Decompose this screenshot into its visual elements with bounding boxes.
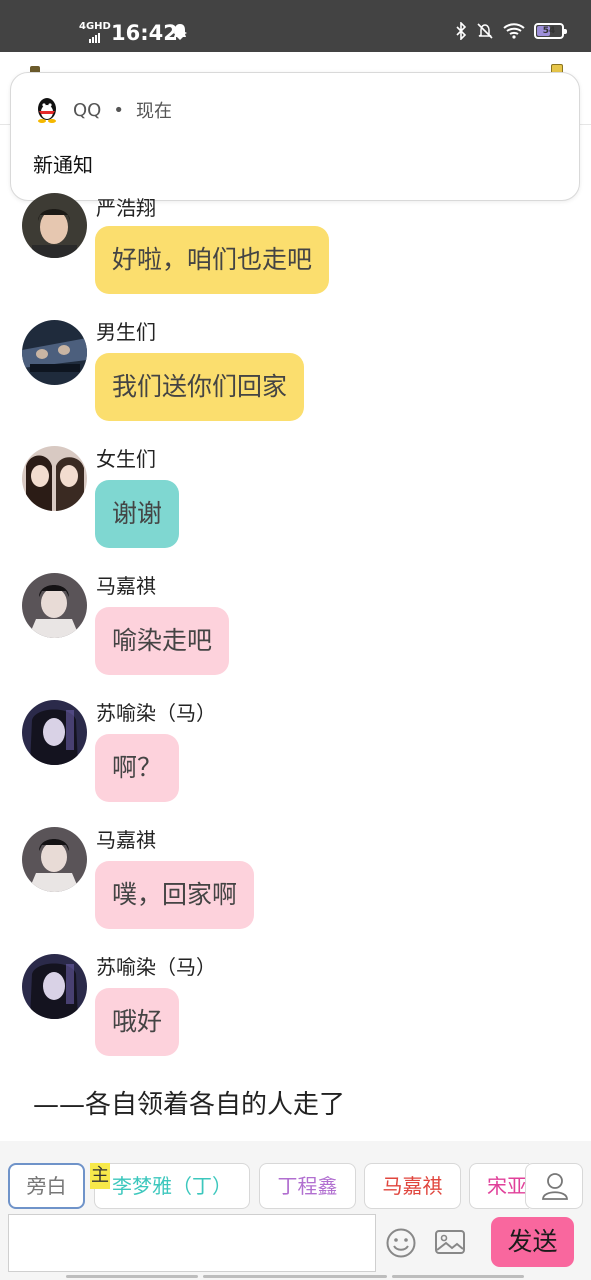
- role-chip-narrator[interactable]: 旁白: [8, 1163, 85, 1209]
- gesture-bar: [392, 1275, 524, 1278]
- sender-name: 严浩翔: [96, 196, 156, 220]
- message-bubble[interactable]: 谢谢: [95, 480, 180, 548]
- avatar[interactable]: [22, 827, 87, 892]
- character-manage-button[interactable]: [525, 1163, 583, 1209]
- smiley-icon[interactable]: [385, 1227, 417, 1259]
- sender-name: 苏喻染（马）: [96, 701, 216, 725]
- message-input[interactable]: [8, 1214, 376, 1272]
- signal-icon: [89, 33, 100, 43]
- avatar-image: [22, 827, 87, 892]
- avatar-image: [22, 954, 87, 1019]
- avatar[interactable]: [22, 193, 87, 258]
- person-icon: [542, 1173, 568, 1200]
- avatar-image: [22, 700, 87, 765]
- avatar[interactable]: [22, 700, 87, 765]
- sender-name: 马嘉祺: [96, 828, 156, 852]
- role-chip[interactable]: 马嘉祺: [364, 1163, 461, 1209]
- sender-name: 女生们: [96, 447, 156, 471]
- bluetooth-icon: [456, 22, 467, 40]
- avatar-image: [22, 320, 87, 385]
- notification-app-name: QQ: [73, 99, 102, 121]
- snapchat-ghost-icon: [173, 24, 187, 40]
- wifi-icon: [503, 23, 525, 39]
- message-bubble[interactable]: 噗，回家啊: [95, 861, 255, 929]
- notification-separator: •: [113, 99, 124, 121]
- notification-banner[interactable]: QQ • 现在 新通知: [10, 72, 580, 201]
- message-bubble[interactable]: 好啦，咱们也走吧: [95, 226, 330, 294]
- battery-level: 54: [542, 26, 556, 36]
- battery-indicator: 54: [534, 23, 567, 39]
- notification-time: 现在: [135, 101, 172, 122]
- gesture-bar: [66, 1275, 198, 1278]
- clock: 16:42: [111, 21, 178, 45]
- message-bubble[interactable]: 喻染走吧: [95, 607, 230, 675]
- network-type: 4GHD: [79, 21, 111, 32]
- message-bubble[interactable]: 哦好: [95, 988, 180, 1056]
- avatar-image: [22, 446, 87, 511]
- narration-text: ——各自领着各自的人走了: [33, 1090, 346, 1120]
- sender-name: 苏喻染（马）: [96, 955, 216, 979]
- qq-penguin-icon: [38, 98, 56, 123]
- message-bubble[interactable]: 啊？: [95, 734, 180, 802]
- gesture-bar: [203, 1275, 387, 1278]
- sender-name: 男生们: [96, 320, 156, 344]
- avatar-image: [22, 573, 87, 638]
- role-chip[interactable]: 宋亚: [469, 1163, 529, 1209]
- send-button[interactable]: 发送: [491, 1217, 574, 1267]
- message-bubble[interactable]: 我们送你们回家: [95, 353, 305, 421]
- notification-header: QQ • 现在: [35, 97, 172, 123]
- avatar[interactable]: [22, 446, 87, 511]
- avatar[interactable]: [22, 320, 87, 385]
- host-badge: 主: [90, 1163, 110, 1189]
- role-chip[interactable]: 丁程鑫: [259, 1163, 356, 1209]
- notification-body: 新通知: [33, 153, 93, 177]
- role-chip[interactable]: 李梦雅（丁）: [94, 1163, 250, 1209]
- avatar[interactable]: [22, 954, 87, 1019]
- image-icon[interactable]: [434, 1229, 466, 1257]
- avatar-image: [22, 193, 87, 258]
- mute-bell-icon: [477, 23, 493, 39]
- sender-name: 马嘉祺: [96, 574, 156, 598]
- avatar[interactable]: [22, 573, 87, 638]
